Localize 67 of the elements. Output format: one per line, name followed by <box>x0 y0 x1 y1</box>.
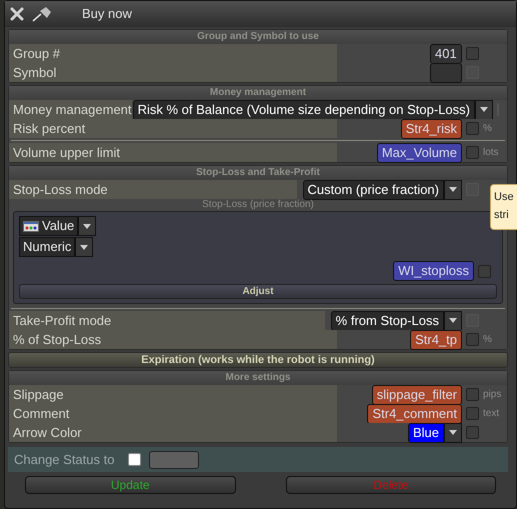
checkbox[interactable] <box>466 407 479 420</box>
input-field[interactable]: Max_Volume <box>376 142 462 162</box>
section-header[interactable]: Expiration (works while the robot is running) <box>8 352 508 368</box>
section-header: More settings <box>9 371 507 385</box>
dropdown-button[interactable] <box>75 237 94 257</box>
field-label: Take-Profit mode <box>13 312 112 330</box>
subpanel-title: Stop-Loss (price fraction) <box>202 199 314 210</box>
dropdown[interactable]: Blue <box>408 422 444 442</box>
section-header: Group and Symbol to use <box>9 30 507 44</box>
caret-icon <box>449 430 457 435</box>
dropdown[interactable]: % from Stop-Loss <box>330 310 444 330</box>
input-field[interactable] <box>430 62 462 82</box>
field-label: Comment <box>13 404 70 423</box>
checkbox[interactable] <box>466 146 479 159</box>
field-label: Risk percent <box>13 120 86 138</box>
field-label: % of Stop-Loss <box>13 330 102 349</box>
checkbox[interactable] <box>478 264 491 278</box>
unit-label: lots <box>483 146 499 160</box>
adjust-button[interactable]: Adjust <box>19 284 497 299</box>
close-icon[interactable] <box>10 7 24 21</box>
checkbox[interactable] <box>128 453 142 466</box>
unit-label: pips <box>483 388 502 402</box>
unit-label: % <box>483 122 492 136</box>
unit-label: text <box>483 407 500 421</box>
dropdown-button[interactable] <box>444 310 462 330</box>
checkbox[interactable] <box>466 122 479 135</box>
section-header: Money management <box>9 86 507 100</box>
value-icon <box>23 220 39 232</box>
checkbox[interactable] <box>466 47 479 60</box>
dropdown[interactable]: Risk % of Balance (Volume size depending on Stop-Loss) <box>132 100 475 120</box>
caret-icon <box>80 244 88 250</box>
dropdown-button[interactable] <box>475 100 493 120</box>
input-field[interactable]: Str4_comment <box>367 404 462 424</box>
field-label: Arrow Color <box>13 424 82 442</box>
caret-icon <box>480 107 488 112</box>
caret-icon <box>83 224 92 228</box>
dropdown[interactable]: Numeric <box>19 237 76 257</box>
dropdown-button[interactable] <box>78 216 96 236</box>
input-field[interactable]: Str4_tp <box>410 330 462 350</box>
tooltip-text: stri <box>494 208 510 222</box>
window-title: Buy now <box>82 5 132 24</box>
field-label: Money management <box>13 100 132 119</box>
status-field[interactable] <box>149 450 200 468</box>
pin-icon[interactable] <box>32 6 52 22</box>
status-label: Change Status to <box>14 450 114 469</box>
checkbox[interactable] <box>466 388 479 401</box>
field-label: Symbol <box>13 64 56 82</box>
field-label: Group # <box>13 44 60 63</box>
dropdown-button[interactable] <box>444 422 462 442</box>
field-label: Volume upper limit <box>13 144 120 162</box>
dropdown-button[interactable] <box>444 180 462 200</box>
tooltip-text: Use <box>494 190 515 204</box>
input-field[interactable]: WI_stoploss <box>393 261 474 281</box>
unit-label: % <box>483 333 492 347</box>
input-field[interactable]: 401 <box>430 44 462 64</box>
field-label: Stop-Loss mode <box>13 180 108 199</box>
checkbox[interactable] <box>466 333 479 346</box>
dropdown[interactable]: Value <box>19 216 78 236</box>
caret-icon <box>449 318 457 323</box>
section-header: Stop-Loss and Take-Profit <box>9 166 507 180</box>
action-button[interactable]: Update <box>25 476 236 494</box>
dropdown[interactable]: Custom (price fraction) <box>302 180 444 200</box>
input-field[interactable]: Str4_risk <box>400 118 462 138</box>
checkbox[interactable] <box>466 426 479 439</box>
field-label: Slippage <box>13 386 64 404</box>
caret-icon <box>449 187 457 192</box>
input-field[interactable]: slippage_filter <box>372 384 462 404</box>
